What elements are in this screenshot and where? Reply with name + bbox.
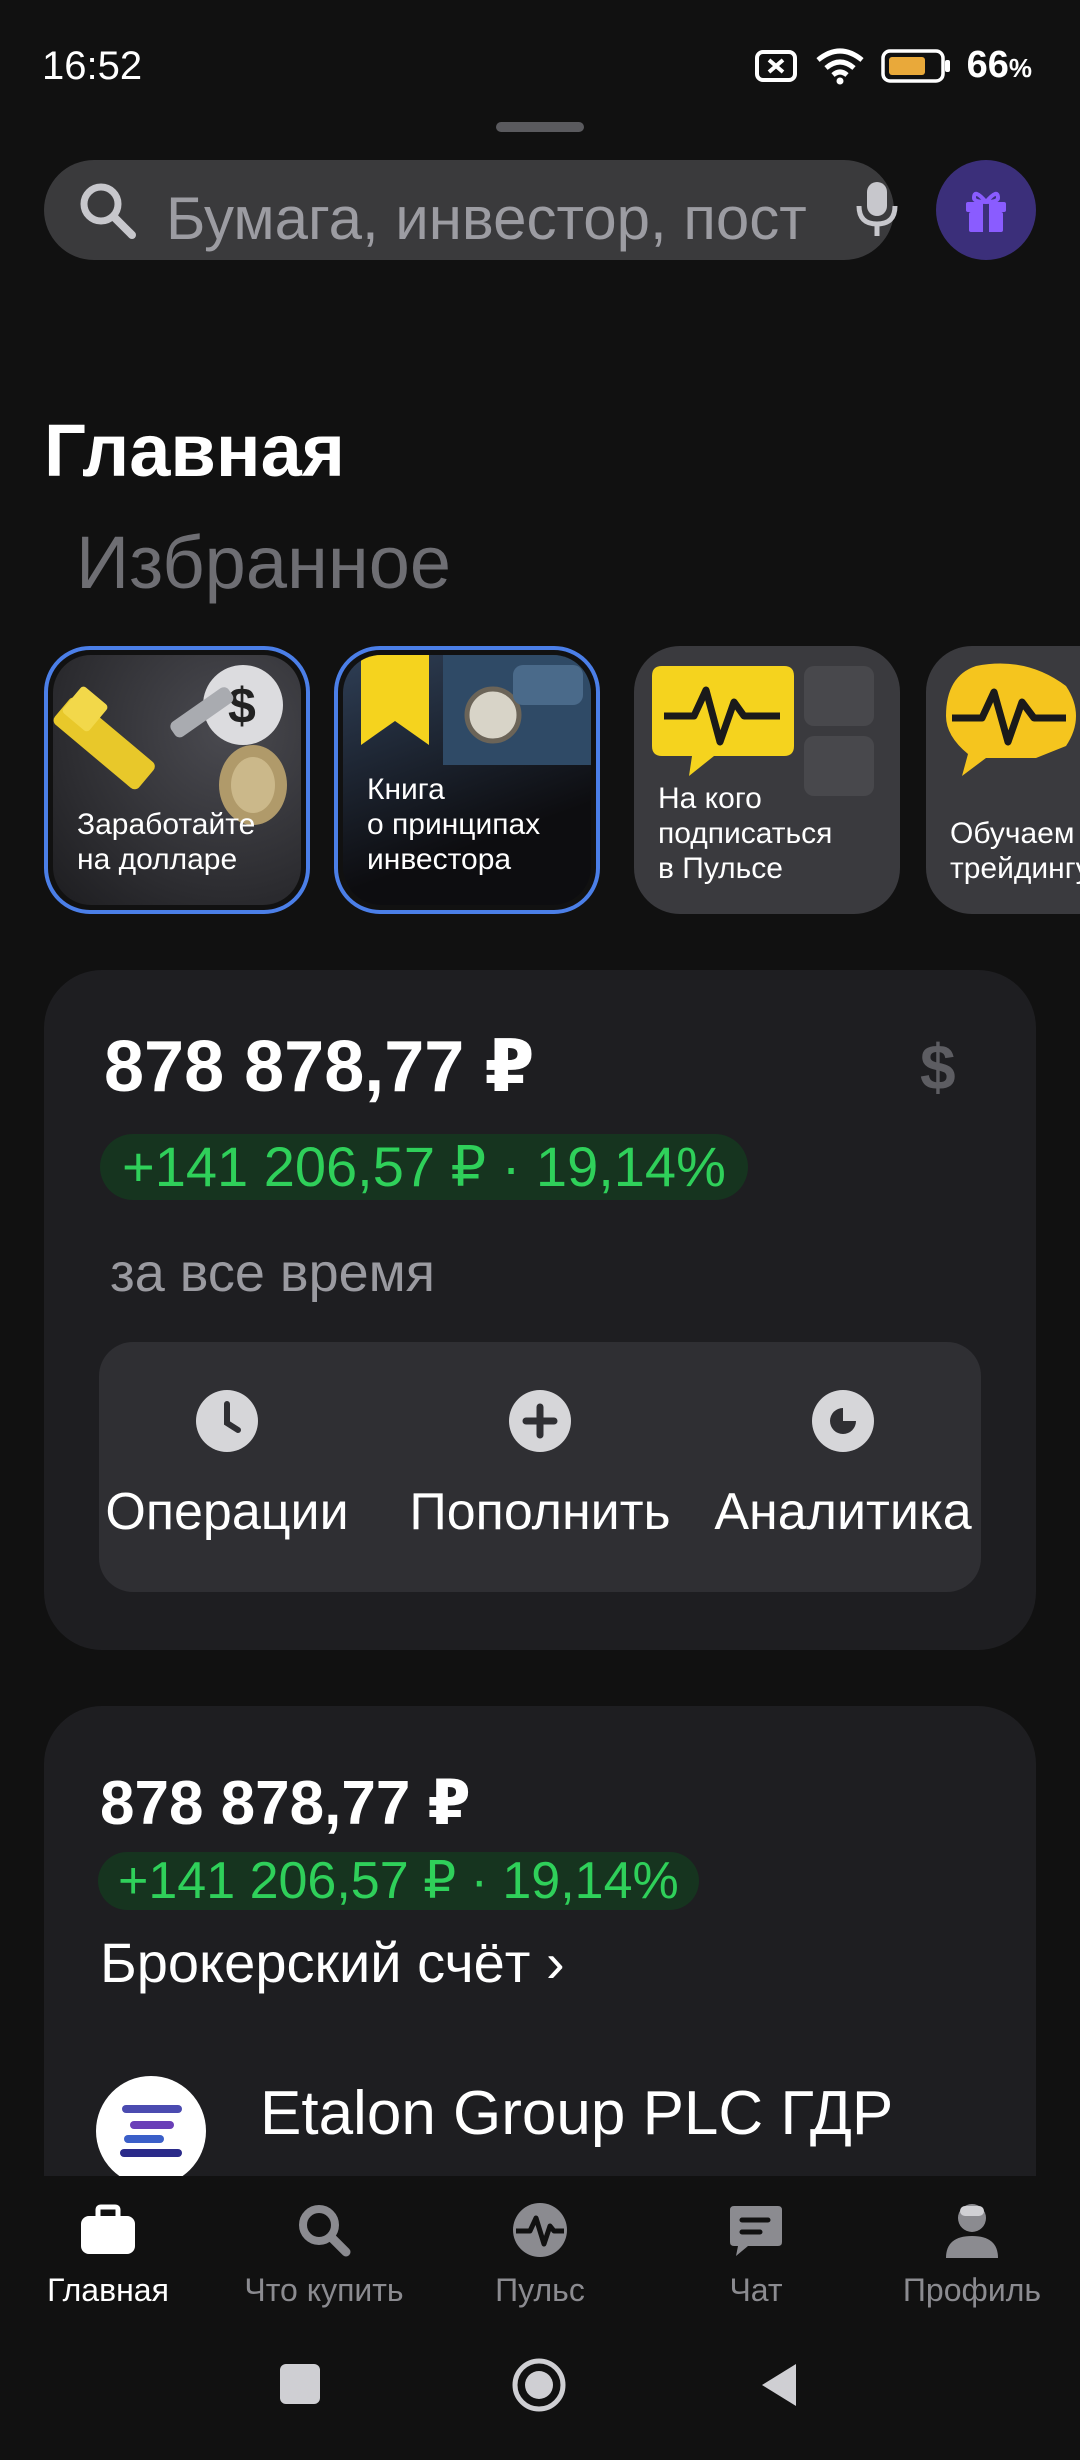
- search-icon: [80, 183, 136, 239]
- portfolio-total: 878 878,77 ₽: [104, 1027, 535, 1107]
- nav-item-home[interactable]: Главная: [0, 2200, 216, 2309]
- asset-name[interactable]: Etalon Group PLC ГДР: [260, 2078, 950, 2149]
- nav-label: Пульс: [495, 2272, 585, 2308]
- nav-label: Профиль: [902, 2272, 1042, 2308]
- broker-account-card[interactable]: 878 878,77 ₽ +141 206,57 ₽ · 19,14% Брок…: [44, 1706, 1036, 2176]
- operations-label: Операции: [105, 1483, 349, 1541]
- nav-label: Чат: [729, 2272, 783, 2308]
- pulse-icon: [510, 2200, 570, 2260]
- profit-badge: +141 206,57 ₽ · 19,14%: [100, 1134, 748, 1200]
- nav-label: Что купить: [244, 2272, 404, 2308]
- story-image: На кого подписаться в Пульсе: [634, 646, 900, 914]
- nav-item-what-to-buy[interactable]: Что купить: [216, 2200, 432, 2309]
- operations-button[interactable]: Операции: [105, 1342, 349, 1592]
- status-time: 16:52: [42, 44, 143, 88]
- status-icons: 66%: [754, 44, 1032, 87]
- portfolio-card[interactable]: 878 878,77 ₽ $ +141 206,57 ₽ · 19,14% за…: [44, 970, 1036, 1650]
- page-title: Главная: [44, 409, 345, 492]
- search-placeholder: Бумага, инвестор, пост: [166, 185, 807, 252]
- story-card[interactable]: Книга о принципах инвестора: [334, 646, 600, 914]
- search-icon: [294, 2200, 354, 2260]
- broker-profit-badge: +141 206,57 ₽ · 19,14%: [98, 1852, 699, 1910]
- favorites-title[interactable]: Избранное: [76, 520, 451, 605]
- bottom-nav: Главная Что купить Пульс Чат Профиль: [0, 2176, 1080, 2326]
- battery-percent: 66%: [966, 44, 1032, 86]
- nav-label: Главная: [47, 2272, 169, 2308]
- story-card[interactable]: На кого подписаться в Пульсе: [634, 646, 900, 914]
- stories-carousel[interactable]: $ Заработайте на долларе Книга о принцип…: [44, 646, 1080, 914]
- svg-text:$: $: [228, 678, 256, 734]
- clock-icon: [196, 1390, 258, 1452]
- profile-icon: [942, 2200, 1002, 2260]
- briefcase-icon: [78, 2200, 138, 2260]
- analytics-label: Аналитика: [714, 1483, 972, 1541]
- topup-label: Пополнить: [409, 1483, 671, 1541]
- chat-icon: [726, 2200, 786, 2260]
- story-card[interactable]: Обучаем трейдингу: [926, 646, 1080, 914]
- topup-button[interactable]: Пополнить: [409, 1342, 671, 1592]
- wifi-icon: [816, 48, 864, 84]
- story-card[interactable]: $ Заработайте на долларе: [44, 646, 310, 914]
- actions-panel: Операции Пополнить Аналитика: [99, 1342, 981, 1592]
- nav-item-chat[interactable]: Чат: [648, 2200, 864, 2309]
- broker-account-link[interactable]: Брокерский счёт ›: [100, 1930, 565, 1995]
- sim-off-icon: [754, 49, 797, 82]
- battery-icon: [880, 48, 950, 83]
- status-bar: 16:52 66%: [0, 0, 1080, 130]
- story-image: Книга о принципах инвестора: [343, 655, 591, 905]
- broker-total: 878 878,77 ₽: [100, 1769, 471, 1838]
- search-input[interactable]: Бумага, инвестор, пост: [44, 160, 898, 260]
- plus-icon: [509, 1390, 571, 1452]
- nav-item-pulse[interactable]: Пульс: [432, 2200, 648, 2309]
- gift-button[interactable]: [936, 160, 1036, 260]
- analytics-button[interactable]: Аналитика: [714, 1342, 972, 1592]
- gift-icon: [966, 191, 1006, 232]
- story-label: На кого подписаться в Пульсе: [658, 782, 833, 885]
- system-nav-bar: [0, 2326, 1080, 2460]
- story-label: Книга о принципах инвестора: [367, 773, 541, 876]
- pie-chart-icon: [812, 1390, 874, 1452]
- story-image: Обучаем трейдингу: [926, 646, 1080, 914]
- microphone-icon[interactable]: [850, 178, 904, 240]
- drag-handle[interactable]: [496, 122, 584, 132]
- home-button-icon[interactable]: [510, 2356, 568, 2414]
- story-label: Заработайте на долларе: [77, 808, 256, 876]
- etalon-logo-icon: [96, 2076, 206, 2176]
- story-label: Обучаем трейдингу: [950, 817, 1080, 885]
- story-image: $ Заработайте на долларе: [53, 655, 301, 905]
- currency-toggle[interactable]: $: [920, 1030, 956, 1104]
- back-icon[interactable]: [756, 2360, 802, 2410]
- profit-period[interactable]: за все время: [110, 1242, 435, 1304]
- nav-item-profile[interactable]: Профиль: [864, 2200, 1080, 2309]
- recent-apps-icon[interactable]: [278, 2362, 322, 2406]
